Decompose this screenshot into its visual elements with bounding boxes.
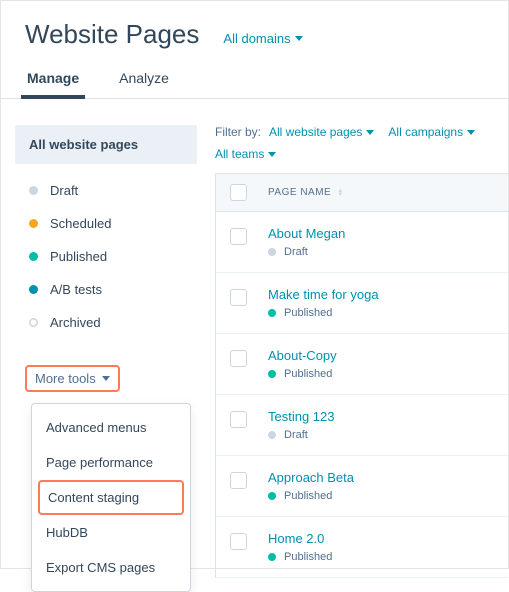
table-row: Make time for yoga Published [216, 273, 508, 334]
sidebar-item-all[interactable]: All website pages [15, 125, 197, 164]
table-row: About Megan Draft [216, 212, 508, 273]
sidebar-item-label: Published [50, 249, 107, 264]
sidebar-item-label: Archived [50, 315, 101, 330]
sidebar-item-ab-tests[interactable]: A/B tests [15, 273, 197, 306]
row-checkbox[interactable] [230, 472, 247, 489]
caret-down-icon [366, 130, 374, 135]
table-header: PAGE NAME ▲▼ [216, 174, 508, 212]
all-domains-label: All domains [223, 31, 290, 46]
more-tools-label: More tools [35, 371, 96, 386]
status-badge: Published [268, 307, 379, 319]
row-checkbox[interactable] [230, 228, 247, 245]
dropdown-item-hubdb[interactable]: HubDB [32, 515, 190, 550]
sidebar-item-label: Draft [50, 183, 78, 198]
status-dot-icon [268, 431, 276, 439]
status-dot-icon [268, 248, 276, 256]
status-dot-icon [29, 318, 38, 327]
page-link[interactable]: Make time for yoga [268, 287, 379, 302]
sort-icon: ▲▼ [337, 189, 343, 197]
status-dot-icon [268, 553, 276, 561]
status-label: Published [284, 490, 332, 502]
sidebar-item-scheduled[interactable]: Scheduled [15, 207, 197, 240]
row-checkbox[interactable] [230, 289, 247, 306]
filter-label: All website pages [269, 125, 362, 139]
status-dot-icon [29, 219, 38, 228]
status-label: Published [284, 307, 332, 319]
table-row: Testing 123 Draft [216, 395, 508, 456]
status-label: Published [284, 551, 332, 563]
status-dot-icon [29, 252, 38, 261]
filter-pages[interactable]: All website pages [269, 125, 374, 139]
filter-label: All campaigns [388, 125, 463, 139]
dropdown-item-export-cms[interactable]: Export CMS pages [32, 550, 190, 585]
status-dot-icon [29, 186, 38, 195]
select-all-checkbox[interactable] [230, 184, 247, 201]
status-badge: Draft [268, 246, 345, 258]
status-badge: Published [268, 368, 337, 380]
pages-table: PAGE NAME ▲▼ About Megan Draft [215, 173, 508, 578]
caret-down-icon [467, 130, 475, 135]
dropdown-item-page-performance[interactable]: Page performance [32, 445, 190, 480]
tabs: Manage Analyze [1, 58, 508, 99]
status-dot-icon [29, 285, 38, 294]
filter-label: All teams [215, 147, 264, 161]
tab-analyze[interactable]: Analyze [117, 58, 171, 98]
status-label: Draft [284, 429, 308, 441]
sidebar-item-label: A/B tests [50, 282, 102, 297]
column-header-page-name[interactable]: PAGE NAME ▲▼ [268, 187, 344, 198]
table-row: Approach Beta Published [216, 456, 508, 517]
column-header-label: PAGE NAME [268, 187, 331, 198]
page-link[interactable]: About-Copy [268, 348, 337, 363]
caret-down-icon [102, 376, 110, 381]
sidebar-item-label: Scheduled [50, 216, 111, 231]
status-dot-icon [268, 492, 276, 500]
status-badge: Draft [268, 429, 335, 441]
filters: Filter by: All website pages All campaig… [215, 125, 508, 161]
page-title: Website Pages [25, 19, 199, 50]
status-badge: Published [268, 490, 354, 502]
status-label: Draft [284, 246, 308, 258]
status-label: Published [284, 368, 332, 380]
page-link[interactable]: Testing 123 [268, 409, 335, 424]
main-content: Filter by: All website pages All campaig… [211, 125, 508, 578]
table-row: About-Copy Published [216, 334, 508, 395]
sidebar: All website pages Draft Scheduled Publis… [1, 125, 211, 578]
status-dot-icon [268, 309, 276, 317]
sidebar-item-published[interactable]: Published [15, 240, 197, 273]
row-checkbox[interactable] [230, 350, 247, 367]
more-tools-dropdown: Advanced menus Page performance Content … [31, 403, 191, 592]
status-dot-icon [268, 370, 276, 378]
sidebar-item-draft[interactable]: Draft [15, 174, 197, 207]
caret-down-icon [268, 152, 276, 157]
caret-down-icon [295, 36, 303, 41]
status-badge: Published [268, 551, 332, 563]
row-checkbox[interactable] [230, 411, 247, 428]
page-link[interactable]: About Megan [268, 226, 345, 241]
dropdown-item-content-staging[interactable]: Content staging [38, 480, 184, 515]
filter-campaigns[interactable]: All campaigns [388, 125, 475, 139]
page-link[interactable]: Approach Beta [268, 470, 354, 485]
tab-manage[interactable]: Manage [25, 58, 81, 98]
sidebar-item-archived[interactable]: Archived [15, 306, 197, 339]
filter-by-label: Filter by: [215, 125, 261, 139]
all-domains-dropdown[interactable]: All domains [223, 31, 302, 46]
page-link[interactable]: Home 2.0 [268, 531, 332, 546]
more-tools-button[interactable]: More tools [25, 365, 120, 392]
filter-teams[interactable]: All teams [215, 147, 276, 161]
row-checkbox[interactable] [230, 533, 247, 550]
dropdown-item-advanced-menus[interactable]: Advanced menus [32, 410, 190, 445]
